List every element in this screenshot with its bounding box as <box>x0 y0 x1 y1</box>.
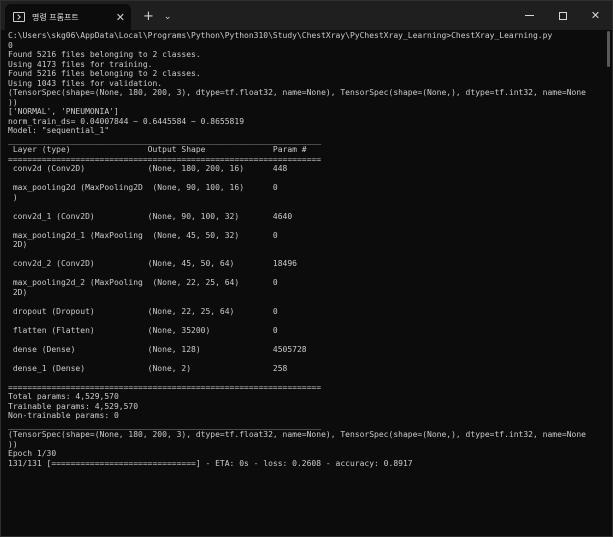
title-bar: 명령 프롬프트 ✕ + ⌄ ✕ <box>1 1 612 30</box>
console-line: ['NORMAL', 'PNEUMONIA'] <box>8 107 119 116</box>
console-line: Non-trainable params: 0 <box>8 411 119 420</box>
console-line: ________________________________________… <box>8 135 322 145</box>
console-line: dense (Dense) (None, 128) 4505728 <box>8 344 307 354</box>
console-line: max_pooling2d_1 (MaxPooling (None, 45, 5… <box>8 230 278 240</box>
console-line: 131/131 [==============================]… <box>8 458 413 468</box>
console-line: max_pooling2d (MaxPooling2D (None, 90, 1… <box>8 183 278 192</box>
terminal-window: 명령 프롬프트 ✕ + ⌄ ✕ C:\Users\skg06\AppData\L… <box>0 0 613 537</box>
console-line: ________________________________________… <box>8 420 322 430</box>
console-line: max_pooling2d_2 (MaxPooling (None, 22, 2… <box>8 278 278 287</box>
tab-title: 명령 프롬프트 <box>32 12 79 22</box>
terminal-icon <box>13 12 25 22</box>
console-line: 2D) <box>8 240 28 249</box>
window-controls: ✕ <box>513 1 612 30</box>
console-line: Model: "sequential_1" <box>8 126 110 135</box>
console-line: (TensorSpec(shape=(None, 180, 200, 3), d… <box>8 88 586 97</box>
console-line: conv2d_1 (Conv2D) (None, 90, 100, 32) 46… <box>8 211 293 221</box>
scrollbar-thumb[interactable] <box>607 31 610 67</box>
tab-command-prompt[interactable]: 명령 프롬프트 ✕ <box>5 4 131 30</box>
close-icon: ✕ <box>590 9 601 22</box>
console-line: norm_train_ds= 0.04007844 ~ 0.6445584 ~ … <box>8 116 245 126</box>
new-tab-button[interactable]: + <box>143 4 154 30</box>
minimize-icon <box>525 15 534 16</box>
console-line: (TensorSpec(shape=(None, 180, 200, 3), d… <box>8 430 586 439</box>
console-line: Using 4173 files for training. <box>8 59 153 69</box>
console-line: )) <box>8 97 18 107</box>
console-line: Trainable params: 4,529,570 <box>8 401 139 411</box>
console-line: Found 5216 files belonging to 2 classes. <box>8 69 201 78</box>
console-line: dropout (Dropout) (None, 22, 25, 64) 0 <box>8 306 278 316</box>
console-line: ========================================… <box>8 382 322 392</box>
console-line: ========================================… <box>8 154 322 164</box>
console-line: conv2d (Conv2D) (None, 180, 200, 16) 448 <box>8 164 288 173</box>
tab-close-icon[interactable]: ✕ <box>116 12 125 23</box>
console-line: C:\Users\skg06\AppData\Local\Programs\Py… <box>8 31 553 40</box>
console-line: 2D) <box>8 287 28 297</box>
console-line: 0 <box>8 40 13 50</box>
console-line: conv2d_2 (Conv2D) (None, 45, 50, 64) 184… <box>8 259 297 268</box>
console-line: ) <box>8 192 18 202</box>
console-line: Using 1043 files for validation. <box>8 78 163 88</box>
console-line: Found 5216 files belonging to 2 classes. <box>8 50 201 59</box>
console-line: dense_1 (Dense) (None, 2) 258 <box>8 363 288 373</box>
console-line: Layer (type) Output Shape Param # <box>8 145 307 154</box>
console-output[interactable]: C:\Users\skg06\AppData\Local\Programs\Py… <box>8 31 608 468</box>
maximize-button[interactable] <box>546 1 579 30</box>
console-line: Epoch 1/30 <box>8 449 57 458</box>
chevron-down-icon[interactable]: ⌄ <box>164 4 172 30</box>
console-line: flatten (Flatten) (None, 35200) 0 <box>8 325 278 335</box>
maximize-icon <box>558 11 567 20</box>
minimize-button[interactable] <box>513 1 546 30</box>
console-line: Total params: 4,529,570 <box>8 392 119 401</box>
close-button[interactable]: ✕ <box>579 1 612 30</box>
console-line: )) <box>8 439 18 449</box>
